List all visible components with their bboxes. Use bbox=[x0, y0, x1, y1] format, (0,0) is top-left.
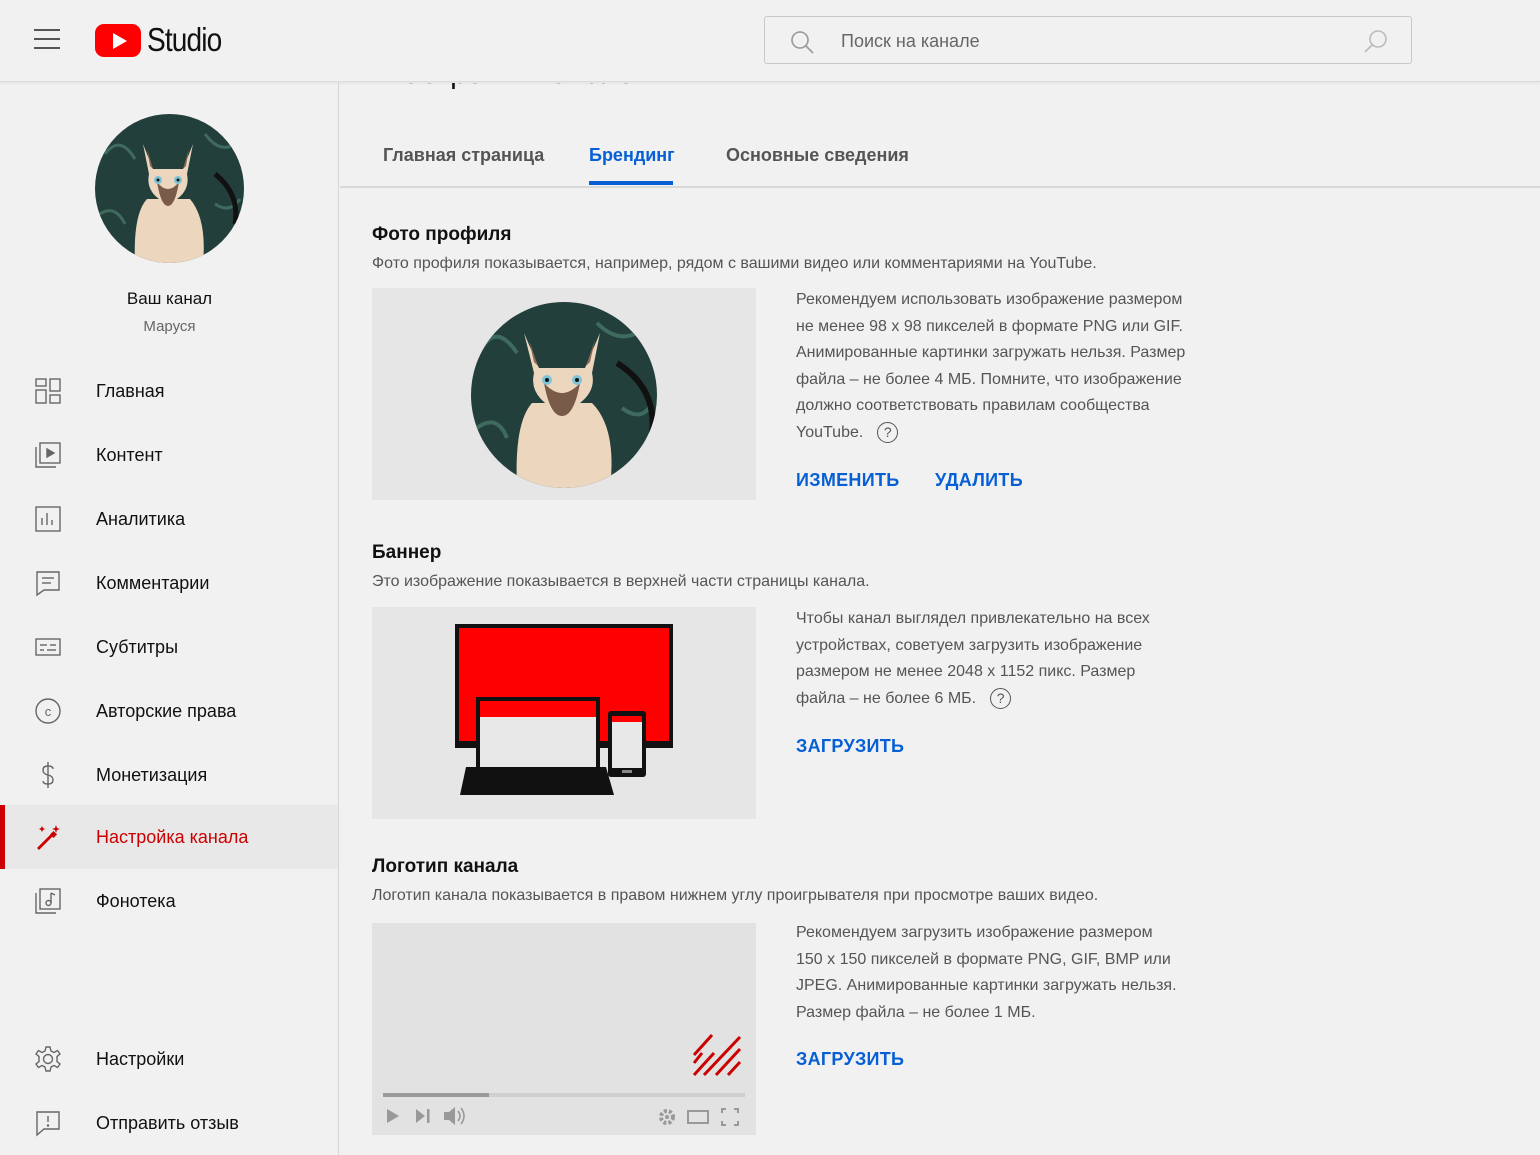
magic-wand-icon bbox=[37, 825, 60, 850]
hint-line: должно соответствовать правилам сообщест… bbox=[796, 397, 1150, 414]
sidebar: Ваш канал Маруся Главная Контент Аналити… bbox=[0, 83, 339, 1155]
hint-line: 150 x 150 пикселей в формате PNG, GIF, B… bbox=[796, 950, 1171, 968]
logo-preview bbox=[372, 923, 756, 1135]
analytics-icon bbox=[35, 506, 61, 532]
search-placeholder: Поиск на канале bbox=[841, 31, 980, 51]
sidebar-item-label: Аналитика bbox=[96, 508, 186, 529]
change-photo-button[interactable]: ИЗМЕНИТЬ bbox=[796, 470, 899, 491]
search-input[interactable]: Поиск на канале bbox=[764, 16, 1412, 64]
hint-line: Рекомендуем использовать изображение раз… bbox=[796, 291, 1183, 308]
channel-logo-description: Логотип канала показывается в правом ниж… bbox=[372, 887, 1099, 904]
hint-line: не менее 98 x 98 пикселей в формате PNG … bbox=[796, 317, 1183, 335]
svg-text:c: c bbox=[45, 704, 52, 719]
active-tab-indicator bbox=[589, 181, 673, 185]
search-submit-icon[interactable] bbox=[1363, 28, 1389, 54]
sidebar-item-label: Субтитры bbox=[96, 636, 179, 657]
channel-logo-hint: Рекомендуем загрузить изображение размер… bbox=[796, 920, 1236, 1026]
top-bar: Studio Поиск на канале bbox=[0, 0, 1540, 82]
sidebar-item-subtitles[interactable]: Субтитры bbox=[0, 615, 338, 679]
sidebar-item-analytics[interactable]: Аналитика bbox=[0, 487, 338, 551]
sidebar-item-feedback[interactable]: Отправить отзыв bbox=[0, 1091, 338, 1155]
subtitles-icon bbox=[35, 638, 61, 656]
profile-photo-hint: Рекомендуем использовать изображение раз… bbox=[796, 287, 1236, 446]
copyright-icon: c bbox=[35, 698, 61, 724]
help-icon[interactable]: ? bbox=[990, 687, 1012, 709]
hint-line-text: файла – не более 6 МБ. bbox=[796, 689, 977, 707]
audio-library-icon bbox=[35, 888, 61, 914]
youtube-play-icon bbox=[95, 23, 141, 57]
channel-avatar[interactable] bbox=[95, 114, 244, 263]
sidebar-item-audio-library[interactable]: Фонотека bbox=[0, 869, 338, 933]
sidebar-item-label: Настройки bbox=[96, 1048, 185, 1069]
hint-line: Рекомендуем загрузить изображение размер… bbox=[796, 924, 1153, 941]
banner-description: Это изображение показывается в верхней ч… bbox=[372, 573, 870, 590]
sidebar-item-monetization[interactable]: Монетизация bbox=[0, 743, 338, 807]
sidebar-item-label: Контент bbox=[96, 444, 163, 465]
dashboard-icon bbox=[35, 378, 61, 404]
sidebar-item-label: Комментарии bbox=[96, 572, 210, 593]
sidebar-item-label: Настройка канала bbox=[96, 826, 249, 847]
tab-bar: Главная страница Брендинг Основные сведе… bbox=[340, 101, 1540, 188]
tab-home-page[interactable]: Главная страница bbox=[383, 145, 544, 166]
sidebar-item-comments[interactable]: Комментарии bbox=[0, 551, 338, 615]
feedback-icon bbox=[36, 1111, 60, 1137]
logo-text: Studio bbox=[147, 21, 222, 58]
comments-icon bbox=[36, 571, 60, 597]
banner-hint: Чтобы канал выглядел привлекательно на в… bbox=[796, 606, 1236, 712]
sidebar-item-customization[interactable]: Настройка канала bbox=[0, 805, 338, 869]
hint-line: YouTube.? bbox=[796, 420, 1236, 447]
profile-photo-title: Фото профиля bbox=[372, 224, 512, 245]
content-icon bbox=[35, 442, 61, 468]
sidebar-item-content[interactable]: Контент bbox=[0, 423, 338, 487]
search-icon bbox=[791, 31, 814, 54]
profile-photo-preview bbox=[372, 288, 756, 500]
sidebar-item-dashboard[interactable]: Главная bbox=[0, 359, 338, 423]
delete-photo-button[interactable]: УДАЛИТЬ bbox=[935, 470, 1023, 491]
channel-name: Маруся bbox=[143, 318, 196, 335]
cat-photo-image bbox=[471, 302, 657, 488]
banner-preview bbox=[372, 607, 756, 819]
cat-avatar-image bbox=[95, 114, 244, 263]
banner-title: Баннер bbox=[372, 542, 442, 563]
menu-icon[interactable] bbox=[34, 29, 60, 51]
page-title: Настройки канала bbox=[383, 83, 636, 91]
hint-line: JPEG. Анимированные картинки загружать н… bbox=[796, 977, 1177, 994]
hint-line: Анимированные картинки загружать нельзя.… bbox=[796, 344, 1186, 361]
upload-logo-button[interactable]: ЗАГРУЗИТЬ bbox=[796, 1049, 904, 1070]
tab-branding[interactable]: Брендинг bbox=[589, 145, 675, 166]
sidebar-item-label: Авторские права bbox=[96, 700, 237, 721]
hint-line: файла – не более 4 МБ. Помните, что изоб… bbox=[796, 370, 1182, 388]
channel-logo-title: Логотип канала bbox=[372, 856, 519, 877]
devices-illustration bbox=[455, 624, 673, 795]
player-illustration bbox=[372, 923, 756, 1135]
dollar-icon bbox=[42, 762, 54, 788]
studio-logo[interactable]: Studio bbox=[95, 21, 235, 58]
hint-line: Размер файла – не более 1 МБ. bbox=[796, 1003, 1036, 1021]
tab-basic-info[interactable]: Основные сведения bbox=[726, 145, 909, 166]
sidebar-item-label: Монетизация bbox=[96, 764, 208, 785]
hint-line: файла – не более 6 МБ.? bbox=[796, 686, 1236, 713]
channel-title: Ваш канал bbox=[126, 289, 213, 308]
upload-banner-button[interactable]: ЗАГРУЗИТЬ bbox=[796, 736, 904, 757]
sidebar-item-label: Фонотека bbox=[96, 890, 176, 911]
hint-line: Чтобы канал выглядел привлекательно на в… bbox=[796, 610, 1150, 627]
sidebar-item-label: Главная bbox=[96, 380, 165, 401]
hint-line: размером не менее 2048 x 1152 пикс. Разм… bbox=[796, 663, 1136, 680]
hint-line-text: YouTube. bbox=[796, 423, 864, 441]
help-icon[interactable]: ? bbox=[877, 421, 899, 443]
profile-photo-description: Фото профиля показывается, например, ряд… bbox=[372, 255, 1097, 272]
sidebar-item-settings[interactable]: Настройки bbox=[0, 1027, 338, 1091]
main-content: Настройки канала Главная страница Бренди… bbox=[340, 83, 1540, 1155]
sidebar-item-copyright[interactable]: c Авторские права bbox=[0, 679, 338, 743]
hint-line: устройствах, советуем загрузить изображе… bbox=[796, 636, 1143, 654]
gear-icon bbox=[35, 1046, 61, 1072]
sidebar-item-label: Отправить отзыв bbox=[96, 1112, 239, 1133]
